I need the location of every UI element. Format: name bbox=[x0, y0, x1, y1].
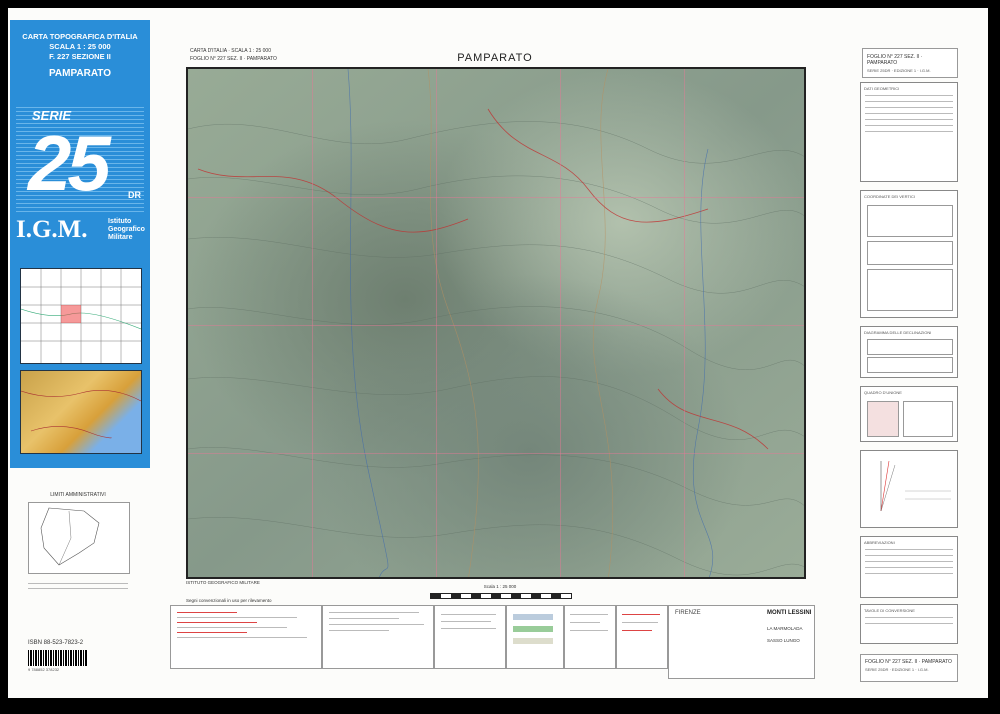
institute-label: ISTITUTO GEOGRAFICO MILITARE bbox=[186, 580, 260, 585]
legend-box-3 bbox=[434, 605, 506, 669]
side-panel-3: DIAGRAMMA DELLE DECLINAZIONI bbox=[860, 326, 958, 378]
legend-box-6 bbox=[616, 605, 668, 669]
limits-map bbox=[28, 502, 130, 574]
side-panel-1: DATI GEOMETRICI bbox=[860, 82, 958, 182]
label-marmolada: LA MARMOLADA bbox=[767, 626, 803, 631]
declination-diagram bbox=[880, 460, 951, 512]
legend-box-1 bbox=[170, 605, 322, 669]
side-panel-3-title: DIAGRAMMA DELLE DECLINAZIONI bbox=[864, 330, 932, 335]
legend-box-typography: FIRENZE MONTI LESSINI LA MARMOLADA SASSO… bbox=[668, 605, 815, 679]
footer-box: FOGLIO N° 227 SEZ. II · PAMPARATO SERIE … bbox=[860, 654, 958, 682]
location-map-thumbnail bbox=[20, 370, 142, 454]
side-panel-5 bbox=[860, 450, 958, 528]
header-left-line1: CARTA D'ITALIA · SCALA 1 : 25 000 bbox=[190, 48, 271, 54]
legend-box-4 bbox=[506, 605, 564, 669]
barcode-number: 9 788852 378232 bbox=[28, 667, 60, 672]
side-panel-2-title: COORDINATE DEI VERTICI bbox=[864, 194, 915, 199]
limits-legend bbox=[28, 580, 128, 594]
side-panel-4-title: QUADRO D'UNIONE bbox=[864, 390, 902, 395]
side-panel-2: COORDINATE DEI VERTICI bbox=[860, 190, 958, 318]
footer-line1: FOGLIO N° 227 SEZ. II · PAMPARATO bbox=[865, 659, 952, 665]
isbn-text: ISBN 88-523-7823-2 bbox=[28, 640, 84, 646]
limits-outline-graphic bbox=[40, 507, 100, 566]
location-map-graphic bbox=[20, 390, 142, 453]
side-panel-6-title: ABBREVIAZIONI bbox=[864, 540, 895, 545]
cover-line3: F. 227 SEZIONE II bbox=[49, 52, 111, 61]
cover-line2: SCALA 1 : 25 000 bbox=[49, 42, 111, 51]
map-title: PAMPARATO bbox=[457, 52, 533, 64]
side-panel-4: QUADRO D'UNIONE bbox=[860, 386, 958, 442]
serie-number: 25 bbox=[28, 119, 111, 207]
legend-box-2 bbox=[322, 605, 434, 669]
serie-dr: DR bbox=[128, 190, 141, 200]
side-panel-6: ABBREVIAZIONI bbox=[860, 536, 958, 598]
igm-institute: Istituto Geografico Militare bbox=[108, 218, 145, 241]
cover-title: PAMPARATO bbox=[48, 68, 112, 79]
terrain-graphic bbox=[188, 69, 804, 577]
scale-label: Scala 1 : 25 000 bbox=[483, 584, 517, 589]
header-left-line2: FOGLIO N° 227 SEZ. II · PAMPARATO bbox=[190, 56, 277, 62]
label-firenze: FIRENZE bbox=[675, 610, 701, 616]
scale-bar bbox=[430, 593, 572, 599]
index-map-thumbnail bbox=[20, 268, 142, 364]
side-panel-1-title: DATI GEOMETRICI bbox=[864, 86, 900, 91]
side-panel-7-title: TAVOLE DI CONVERSIONE bbox=[864, 608, 915, 613]
igm-logo: I.G.M. bbox=[16, 216, 88, 243]
limits-title: LIMITI AMMINISTRATIVI bbox=[50, 492, 106, 498]
side-panel-7: TAVOLE DI CONVERSIONE bbox=[860, 604, 958, 644]
header-right-line1: FOGLIO N° 227 SEZ. II · PAMPARATO bbox=[867, 54, 923, 66]
label-sasso: SASSO LUNGO bbox=[767, 638, 800, 643]
footer-line2: SERIE 25DR · EDIZIONE 1 · I.G.M. bbox=[865, 667, 929, 672]
cover-panel: CARTA TOPOGRAFICA D'ITALIA SCALA 1 : 25 … bbox=[10, 20, 150, 468]
label-monti: MONTI LESSINI bbox=[767, 610, 812, 616]
cover-line1: CARTA TOPOGRAFICA D'ITALIA bbox=[22, 32, 138, 41]
header-right-line2: SERIE 25DR · EDIZIONE 1 · I.G.M. bbox=[867, 68, 931, 73]
index-grid-graphic bbox=[20, 269, 142, 363]
signs-label: Segni convenzionali in uso per rilevamen… bbox=[186, 598, 272, 603]
header-right-box: FOGLIO N° 227 SEZ. II · PAMPARATO SERIE … bbox=[862, 48, 958, 78]
topographic-map[interactable] bbox=[186, 67, 806, 579]
barcode bbox=[28, 650, 88, 666]
legend-box-5 bbox=[564, 605, 616, 669]
